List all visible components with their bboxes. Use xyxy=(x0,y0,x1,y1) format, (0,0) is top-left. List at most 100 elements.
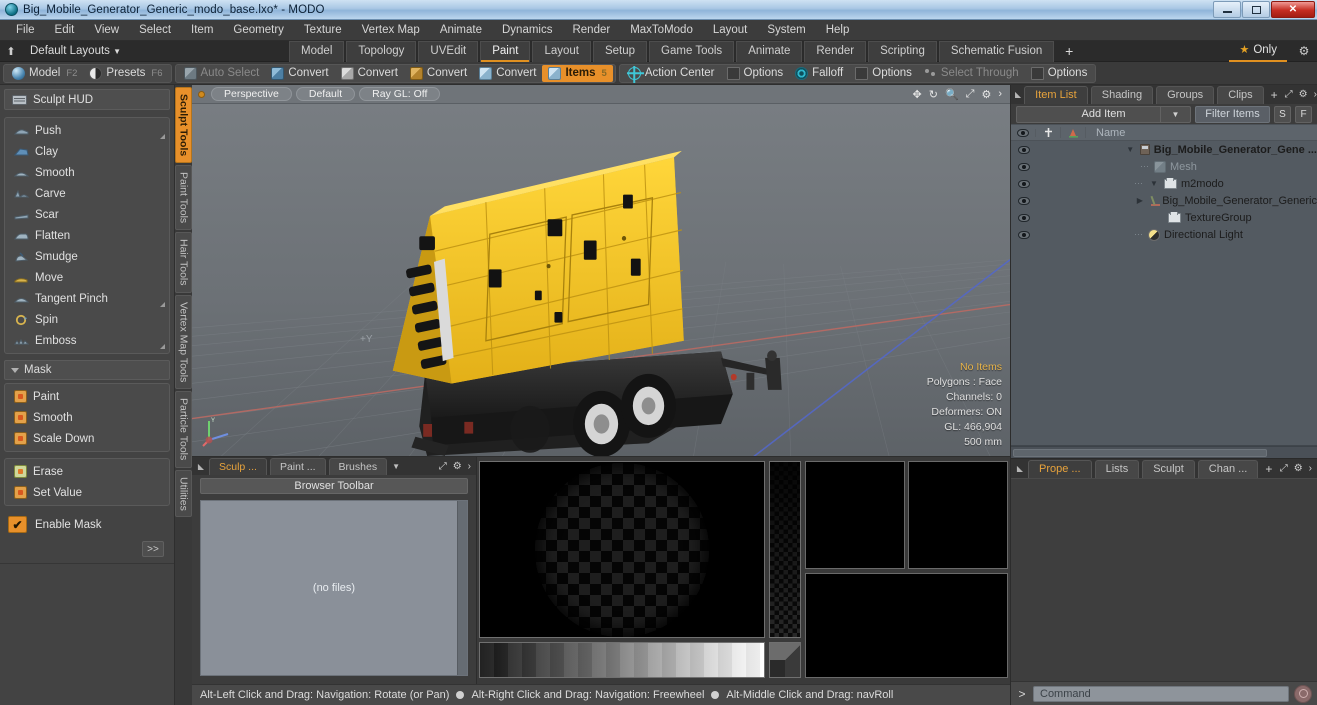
tab-topology[interactable]: Topology xyxy=(346,40,417,62)
menu-file[interactable]: File xyxy=(6,20,45,41)
default-layouts-dropdown[interactable]: Default Layouts ▼ xyxy=(22,45,129,57)
move-icon[interactable]: ✥ xyxy=(913,88,922,101)
mask-tool-scale-down[interactable]: Scale Down xyxy=(7,428,167,449)
tool-clay[interactable]: Clay xyxy=(7,141,167,162)
tool-spin[interactable]: Spin xyxy=(7,309,167,330)
table-row[interactable]: ⋯ Mesh xyxy=(1011,158,1317,175)
mask-tool-set-value[interactable]: Set Value xyxy=(7,482,167,503)
select-through-button[interactable]: Select Through xyxy=(918,65,1025,82)
tool-scar[interactable]: Scar xyxy=(7,204,167,225)
mask-tool-paint[interactable]: Paint xyxy=(7,386,167,407)
row-visibility-toggle[interactable] xyxy=(1011,179,1036,188)
menu-animate[interactable]: Animate xyxy=(430,20,492,41)
chevron-down-icon[interactable]: ▼ xyxy=(1160,106,1190,122)
vtab-sculpt-tools[interactable]: Sculpt Tools xyxy=(175,87,192,164)
table-row[interactable]: ⋯ ▼ m2modo xyxy=(1011,175,1317,192)
preview-pane-2[interactable] xyxy=(908,461,1008,569)
convert-edges-button[interactable]: Convert xyxy=(335,65,404,82)
sculpt-hud-button[interactable]: Sculpt HUD xyxy=(4,89,170,110)
gear-icon[interactable]: ⚙ xyxy=(1294,463,1303,474)
tool-flatten[interactable]: Flatten xyxy=(7,225,167,246)
items-mode-button[interactable]: Items 5 xyxy=(542,64,613,82)
chevron-right-icon[interactable]: › xyxy=(468,461,471,472)
viewport-projection-dropdown[interactable]: Perspective xyxy=(211,87,292,101)
enable-mask-row[interactable]: ✔ Enable Mask xyxy=(4,512,170,533)
item-list-add-tab[interactable]: + xyxy=(1267,88,1282,102)
browser-tab-brushes[interactable]: Brushes xyxy=(328,457,388,475)
chevron-right-icon[interactable]: › xyxy=(1314,89,1317,100)
tab-groups[interactable]: Groups xyxy=(1156,85,1215,104)
tab-scripting[interactable]: Scripting xyxy=(868,40,937,62)
tab-channels[interactable]: Chan ... xyxy=(1197,459,1259,478)
menu-select[interactable]: Select xyxy=(129,20,181,41)
browser-file-area[interactable]: (no files) xyxy=(200,500,468,676)
tab-render[interactable]: Render xyxy=(804,40,867,62)
fullscreen-icon[interactable]: ⤢ xyxy=(1280,463,1288,474)
browser-tab-caret[interactable]: ▼ xyxy=(392,462,400,471)
falloff-button[interactable]: Falloff xyxy=(789,65,849,82)
fullscreen-icon[interactable]: ⤢ xyxy=(439,461,447,472)
value-ramp[interactable] xyxy=(479,642,765,678)
viewport-menu-dot[interactable] xyxy=(198,90,205,98)
action-center-options-button[interactable]: Options xyxy=(721,65,790,82)
properties-add-tab[interactable]: + xyxy=(1261,462,1276,476)
close-button[interactable]: ✕ xyxy=(1271,1,1315,18)
table-row[interactable]: ⋯ Directional Light xyxy=(1011,226,1317,243)
brush-gradient-strip[interactable] xyxy=(769,461,801,638)
mask-tool-erase[interactable]: Erase xyxy=(7,461,167,482)
preview-pane-3[interactable] xyxy=(805,573,1008,678)
menu-maxtomodo[interactable]: MaxToModo xyxy=(620,20,703,41)
tab-model[interactable]: Model xyxy=(289,40,345,62)
panel-menu-icon[interactable]: ◣ xyxy=(196,462,206,471)
mask-section-header[interactable]: Mask xyxy=(4,360,170,380)
layout-home-icon[interactable]: ⬆ xyxy=(0,45,22,58)
row-visibility-toggle[interactable] xyxy=(1011,213,1036,222)
tool-push[interactable]: Push xyxy=(7,120,167,141)
expand-more-button[interactable]: >> xyxy=(142,541,164,557)
row-visibility-toggle[interactable] xyxy=(1011,230,1036,239)
mode-model-button[interactable]: Model F2 xyxy=(6,65,83,82)
menu-geometry[interactable]: Geometry xyxy=(223,20,294,41)
tab-game-tools[interactable]: Game Tools xyxy=(649,40,735,62)
tab-animate[interactable]: Animate xyxy=(736,40,803,62)
filter-items-input[interactable]: Filter Items xyxy=(1195,105,1270,123)
zoom-icon[interactable]: 🔍 xyxy=(945,88,959,101)
tool-tangent-pinch[interactable]: Tangent Pinch xyxy=(7,288,167,309)
convert-vertices-button[interactable]: Convert xyxy=(265,65,334,82)
browser-tab-sculpt[interactable]: Sculp ... xyxy=(209,457,267,475)
menu-texture[interactable]: Texture xyxy=(294,20,352,41)
add-item-button[interactable]: Add Item ▼ xyxy=(1016,105,1191,123)
tab-schematic-fusion[interactable]: Schematic Fusion xyxy=(938,40,1055,62)
tool-smudge[interactable]: Smudge xyxy=(7,246,167,267)
chevron-right-icon[interactable]: › xyxy=(998,88,1002,100)
menu-dynamics[interactable]: Dynamics xyxy=(492,20,562,41)
tab-sculpt[interactable]: Sculpt xyxy=(1142,459,1195,478)
preview-pane-1[interactable] xyxy=(805,461,905,569)
item-list-body[interactable]: ▼ Big_Mobile_Generator_Gene ... ⋯ Mesh ⋯… xyxy=(1011,141,1317,446)
convert-materials-button[interactable]: Convert xyxy=(473,65,542,82)
menu-help[interactable]: Help xyxy=(816,20,860,41)
value-swatch[interactable] xyxy=(769,642,801,678)
browser-tab-paint[interactable]: Paint ... xyxy=(269,457,326,475)
3d-viewport[interactable]: +Y Y No Items Polygons : Face Channels: … xyxy=(192,104,1010,456)
vtab-paint-tools[interactable]: Paint Tools xyxy=(175,165,192,231)
vtab-utilities[interactable]: Utilities xyxy=(175,469,192,518)
filter-s-button[interactable]: S xyxy=(1274,105,1291,123)
tab-lists[interactable]: Lists xyxy=(1094,459,1140,478)
chevron-right-icon[interactable]: › xyxy=(1309,463,1312,474)
menu-system[interactable]: System xyxy=(757,20,815,41)
select-through-options-button[interactable]: Options xyxy=(1025,65,1094,82)
fullscreen-icon[interactable]: ⤢ xyxy=(1285,89,1293,100)
tab-uvedit[interactable]: UVEdit xyxy=(418,40,479,62)
tab-clips[interactable]: Clips xyxy=(1217,85,1264,104)
gear-icon[interactable]: ⚙ xyxy=(1291,44,1317,58)
filter-f-button[interactable]: F xyxy=(1295,105,1312,123)
item-list-hscrollbar[interactable] xyxy=(1011,446,1317,458)
gear-icon[interactable]: ⚙ xyxy=(981,88,991,101)
tab-shading[interactable]: Shading xyxy=(1090,85,1154,104)
table-row[interactable]: TextureGroup xyxy=(1011,209,1317,226)
tool-carve[interactable]: Carve xyxy=(7,183,167,204)
add-tab-button[interactable]: + xyxy=(1056,41,1082,62)
rotate-icon[interactable]: ↻ xyxy=(929,88,938,101)
tab-paint[interactable]: Paint xyxy=(480,40,531,62)
